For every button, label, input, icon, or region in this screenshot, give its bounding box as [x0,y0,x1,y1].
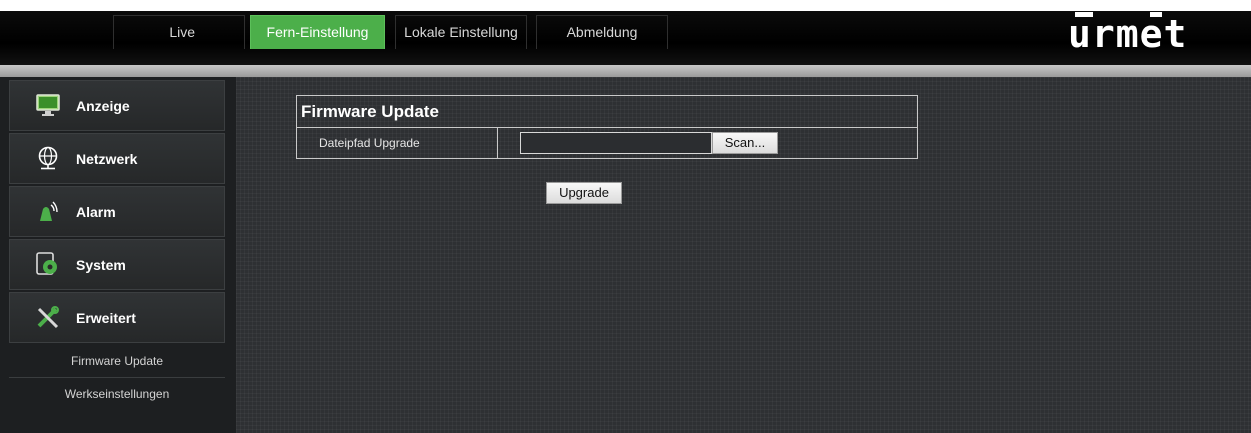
sidebar-subitem-firmware-update[interactable]: Firmware Update [9,351,225,371]
divider [9,377,225,378]
sidebar-item-label: Alarm [76,204,116,220]
panel-title: Firmware Update [297,96,917,128]
tab-abmeldung[interactable]: Abmeldung [536,15,668,49]
system-gear-icon [36,252,60,276]
tab-lokale-einstellung[interactable]: Lokale Einstellung [395,15,527,49]
header-divider-bar [0,65,1251,77]
tab-live[interactable]: Live [113,15,245,49]
brand-logo: urmet [1068,12,1188,56]
sidebar-item-netzwerk[interactable]: Netzwerk [9,133,225,184]
sidebar-item-system[interactable]: System [9,239,225,290]
sidebar-item-label: Netzwerk [76,151,138,167]
upgrade-button[interactable]: Upgrade [546,182,622,204]
globe-network-icon [36,146,60,170]
tools-icon [36,305,60,329]
scan-button[interactable]: Scan... [712,132,778,154]
file-path-input[interactable] [520,132,712,154]
tab-fern-einstellung[interactable]: Fern-Einstellung [250,15,385,49]
sidebar-item-label: System [76,257,126,273]
sidebar-subitem-werkseinstellungen[interactable]: Werkseinstellungen [9,384,225,404]
sidebar-item-label: Erweitert [76,310,136,326]
path-label: Dateipfad Upgrade [297,128,498,158]
sidebar-item-label: Anzeige [76,98,130,114]
alarm-siren-icon [36,199,60,223]
monitor-icon [36,93,60,117]
sidebar-item-erweitert[interactable]: Erweitert [9,292,225,343]
sidebar-item-alarm[interactable]: Alarm [9,186,225,237]
sidebar-item-anzeige[interactable]: Anzeige [9,80,225,131]
